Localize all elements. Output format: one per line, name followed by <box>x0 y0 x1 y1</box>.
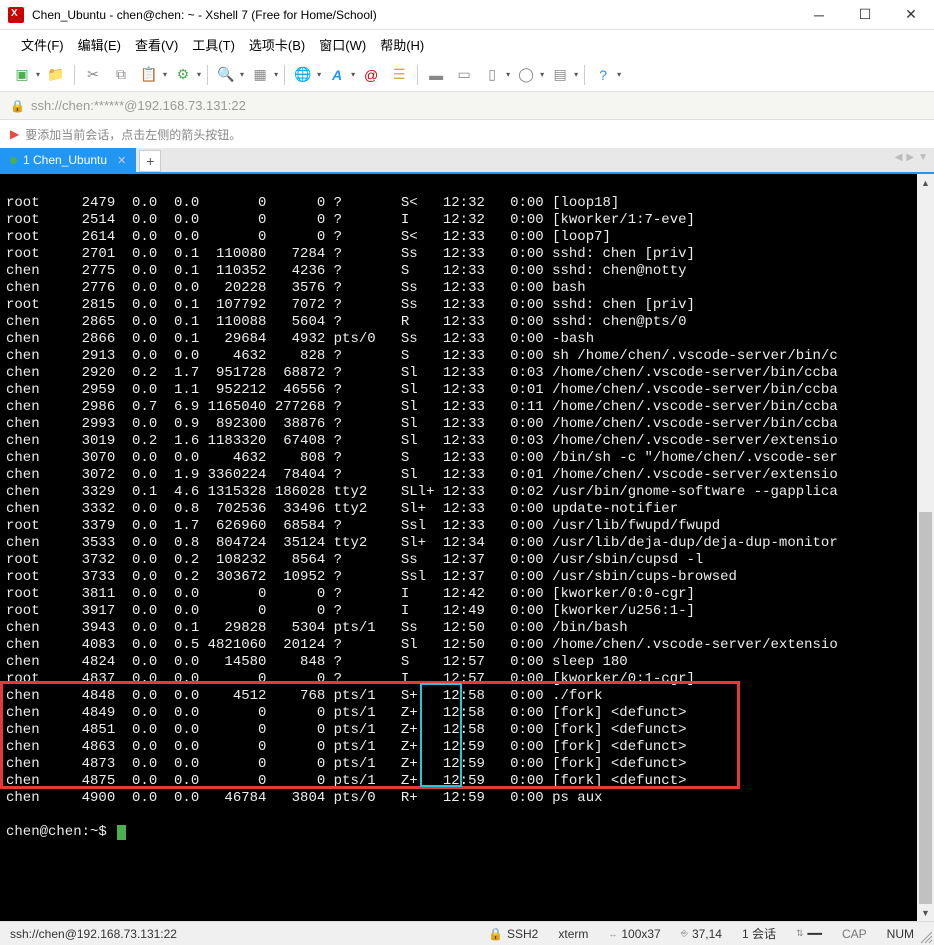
copy-icon[interactable]: 📋 <box>137 63 161 87</box>
status-pos: 37,14 <box>692 927 722 941</box>
font-icon[interactable]: A <box>325 63 349 87</box>
scrollbar-thumb[interactable] <box>919 512 932 904</box>
scrollbar[interactable]: ▲ ▼ <box>917 174 934 921</box>
maximize-button[interactable]: ☐ <box>842 0 888 30</box>
transfer-icon: ⇅ <box>796 928 804 939</box>
tab-close-icon[interactable]: ✕ <box>117 154 126 167</box>
help-icon[interactable]: ? <box>591 63 615 87</box>
tab-nav-left-icon[interactable]: ◀ <box>895 152 903 163</box>
menu-help[interactable]: 帮助(H) <box>374 31 430 58</box>
pos-arrows-icon: ⎆ <box>681 928 688 939</box>
status-connection: ssh://chen@192.168.73.131:22 <box>10 927 177 941</box>
scrollbar-track[interactable] <box>917 191 934 904</box>
search-icon[interactable]: 🔍 <box>214 63 238 87</box>
status-term: xterm <box>558 927 588 941</box>
hintbar: ▶ 要添加当前会话，点击左侧的箭头按钮。 <box>0 120 934 148</box>
status-size: 100x37 <box>621 927 660 941</box>
layout-3-icon[interactable]: ▯ <box>480 63 504 87</box>
at-icon[interactable]: @ <box>359 63 383 87</box>
resize-grip[interactable] <box>917 928 933 944</box>
status-num: NUM <box>887 927 914 941</box>
status-ssh: SSH2 <box>507 927 538 941</box>
ssh-icon: 🔒 <box>488 927 503 941</box>
prompt-text: chen@chen:~$ <box>6 824 115 841</box>
tab-nav-menu-icon[interactable]: ▼ <box>918 152 928 163</box>
window-title: Chen_Ubuntu - chen@chen: ~ - Xshell 7 (F… <box>32 8 796 22</box>
open-folder-icon[interactable]: 📁 <box>44 63 68 87</box>
tab-nav-right-icon[interactable]: ▶ <box>906 152 914 163</box>
minimize-button[interactable]: ─ <box>796 0 842 30</box>
scroll-up-icon[interactable]: ▲ <box>917 174 934 191</box>
statusbar: ssh://chen@192.168.73.131:22 🔒 SSH2 xterm… <box>0 921 934 945</box>
tab-add-button[interactable]: + <box>139 150 161 172</box>
scroll-down-icon[interactable]: ▼ <box>917 904 934 921</box>
app-icon <box>8 7 24 23</box>
tab-label: 1 Chen_Ubuntu <box>23 153 107 167</box>
menu-tabs[interactable]: 选项卡(B) <box>243 31 311 58</box>
more-icon[interactable]: ▤ <box>548 63 572 87</box>
cursor <box>117 825 126 840</box>
reconnect-icon[interactable]: ✂ <box>81 63 105 87</box>
close-button[interactable]: ✕ <box>888 0 934 30</box>
layout-2-icon[interactable]: ▭ <box>452 63 476 87</box>
menu-file[interactable]: 文件(F) <box>15 31 70 58</box>
fullscreen-icon[interactable]: ◯ <box>514 63 538 87</box>
status-cap: CAP <box>842 927 867 941</box>
flag-icon: ▶ <box>10 127 19 141</box>
menu-view[interactable]: 查看(V) <box>129 31 184 58</box>
paste-icon[interactable]: ▦ <box>248 63 272 87</box>
disconnect-icon[interactable]: ⧉ <box>109 63 133 87</box>
toolbar: ▣▾ 📁 ✂ ⧉ 📋▾ ⚙▾ 🔍▾ ▦▾ 🌐▾ A▾ @ ☰ ▬ ▭ ▯▾ ◯▾… <box>0 58 934 92</box>
menu-edit[interactable]: 编辑(E) <box>72 31 127 58</box>
lock-icon: 🔒 <box>10 99 25 113</box>
new-session-icon[interactable]: ▣ <box>10 63 34 87</box>
tab-status-dot <box>10 157 17 164</box>
properties-icon[interactable]: ⚙ <box>171 63 195 87</box>
hint-text: 要添加当前会话，点击左侧的箭头按钮。 <box>25 126 241 143</box>
layout-1-icon[interactable]: ▬ <box>424 63 448 87</box>
titlebar: Chen_Ubuntu - chen@chen: ~ - Xshell 7 (F… <box>0 0 934 30</box>
terminal[interactable]: root 2479 0.0 0.0 0 0 ? S< 12:32 0:00 [l… <box>0 174 917 921</box>
menu-tools[interactable]: 工具(T) <box>186 31 241 58</box>
size-arrows-icon: ↔ <box>608 929 617 939</box>
tab-session-1[interactable]: 1 Chen_Ubuntu ✕ <box>0 148 136 172</box>
globe-icon[interactable]: 🌐 <box>291 63 315 87</box>
addressbar[interactable]: 🔒 ssh://chen:******@192.168.73.131:22 <box>0 92 934 120</box>
tabbar: 1 Chen_Ubuntu ✕ + ◀ ▶ ▼ <box>0 148 934 174</box>
status-sessions: 1 会话 <box>742 925 776 942</box>
menu-window[interactable]: 窗口(W) <box>313 31 372 58</box>
menubar: 文件(F) 编辑(E) 查看(V) 工具(T) 选项卡(B) 窗口(W) 帮助(… <box>0 30 934 58</box>
address-text: ssh://chen:******@192.168.73.131:22 <box>31 98 246 113</box>
script-icon[interactable]: ☰ <box>387 63 411 87</box>
